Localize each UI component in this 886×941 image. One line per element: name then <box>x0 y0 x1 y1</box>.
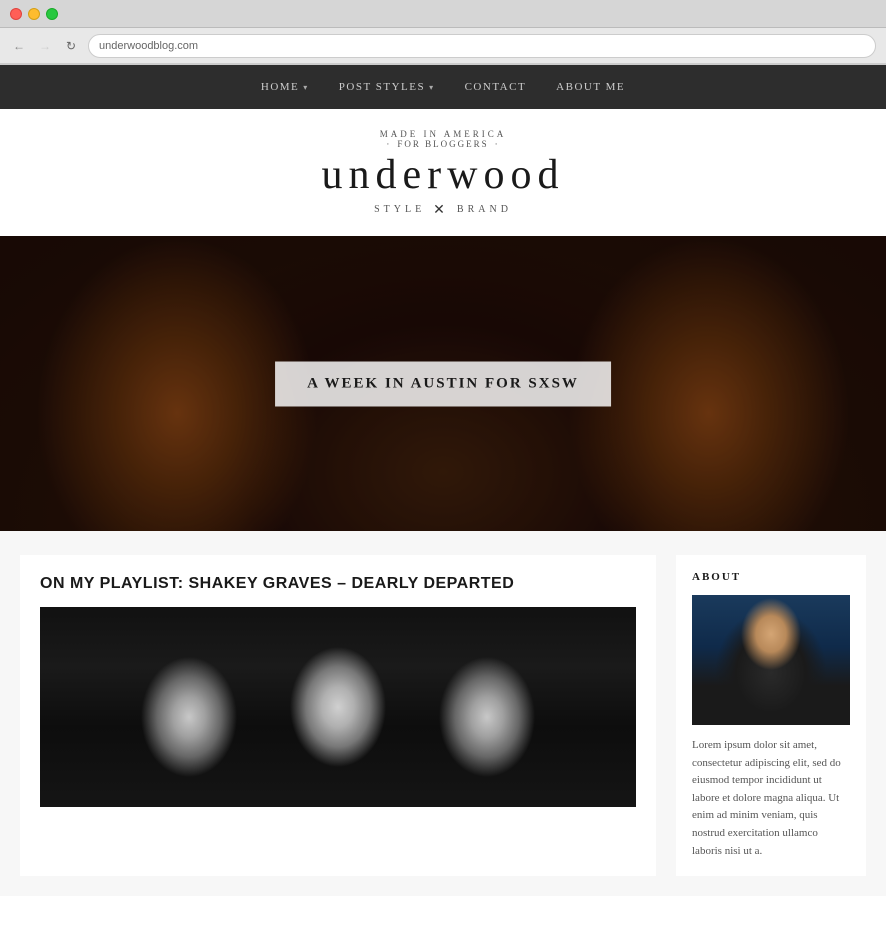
address-text: underwoodblog.com <box>99 40 198 52</box>
post-title[interactable]: ON MY PLAYLIST: SHAKEY GRAVES – DEARLY D… <box>40 575 636 593</box>
nav-post-styles-arrow: ▾ <box>429 83 435 92</box>
nav-contact[interactable]: CONTACT <box>465 81 527 93</box>
about-photo <box>692 595 850 725</box>
hero-label-text: A WEEK IN AUSTIN FOR SXSW <box>307 375 579 392</box>
about-text: Lorem ipsum dolor sit amet, consectetur … <box>692 737 850 860</box>
sidebar: ABOUT Lorem ipsum dolor sit amet, consec… <box>676 555 866 876</box>
main-content: ON MY PLAYLIST: SHAKEY GRAVES – DEARLY D… <box>0 531 886 896</box>
skull-image <box>40 607 636 807</box>
nav-about-me[interactable]: ABOUT ME <box>556 81 625 93</box>
brand-label: BRAND <box>457 204 512 215</box>
site-header: MADE IN AMERICA FOR BLOGGERS underwood S… <box>0 109 886 236</box>
about-widget: ABOUT Lorem ipsum dolor sit amet, consec… <box>676 555 866 876</box>
site-title[interactable]: underwood <box>322 151 565 199</box>
about-widget-title: ABOUT <box>692 571 850 583</box>
style-brand: STYLE ✕ BRAND <box>374 201 512 218</box>
nav-home[interactable]: HOME ▾ <box>261 81 309 93</box>
back-button[interactable]: ← <box>10 37 28 55</box>
website-content: HOME ▾ POST STYLES ▾ CONTACT ABOUT ME MA… <box>0 65 886 941</box>
nav-home-arrow: ▾ <box>303 83 309 92</box>
hero-label[interactable]: A WEEK IN AUSTIN FOR SXSW <box>275 361 611 406</box>
about-person-image <box>692 595 850 725</box>
nav-post-styles[interactable]: POST STYLES ▾ <box>339 81 435 93</box>
maximize-button[interactable] <box>46 8 58 20</box>
browser-titlebar <box>0 0 886 28</box>
style-label: STYLE <box>374 204 425 215</box>
for-bloggers: FOR BLOGGERS <box>386 139 499 149</box>
hero-section[interactable]: A WEEK IN AUSTIN FOR SXSW <box>0 236 886 531</box>
address-bar[interactable]: underwoodblog.com <box>88 34 876 58</box>
refresh-button[interactable]: ↻ <box>62 37 80 55</box>
close-button[interactable] <box>10 8 22 20</box>
tagline-top: MADE IN AMERICA <box>380 129 507 139</box>
site-navigation: HOME ▾ POST STYLES ▾ CONTACT ABOUT ME <box>0 65 886 109</box>
content-left: ON MY PLAYLIST: SHAKEY GRAVES – DEARLY D… <box>20 555 656 876</box>
forward-button[interactable]: → <box>36 37 54 55</box>
x-cross-icon: ✕ <box>433 201 449 218</box>
post-image[interactable] <box>40 607 636 807</box>
minimize-button[interactable] <box>28 8 40 20</box>
browser-chrome: ← → ↻ underwoodblog.com <box>0 0 886 65</box>
browser-toolbar: ← → ↻ underwoodblog.com <box>0 28 886 64</box>
